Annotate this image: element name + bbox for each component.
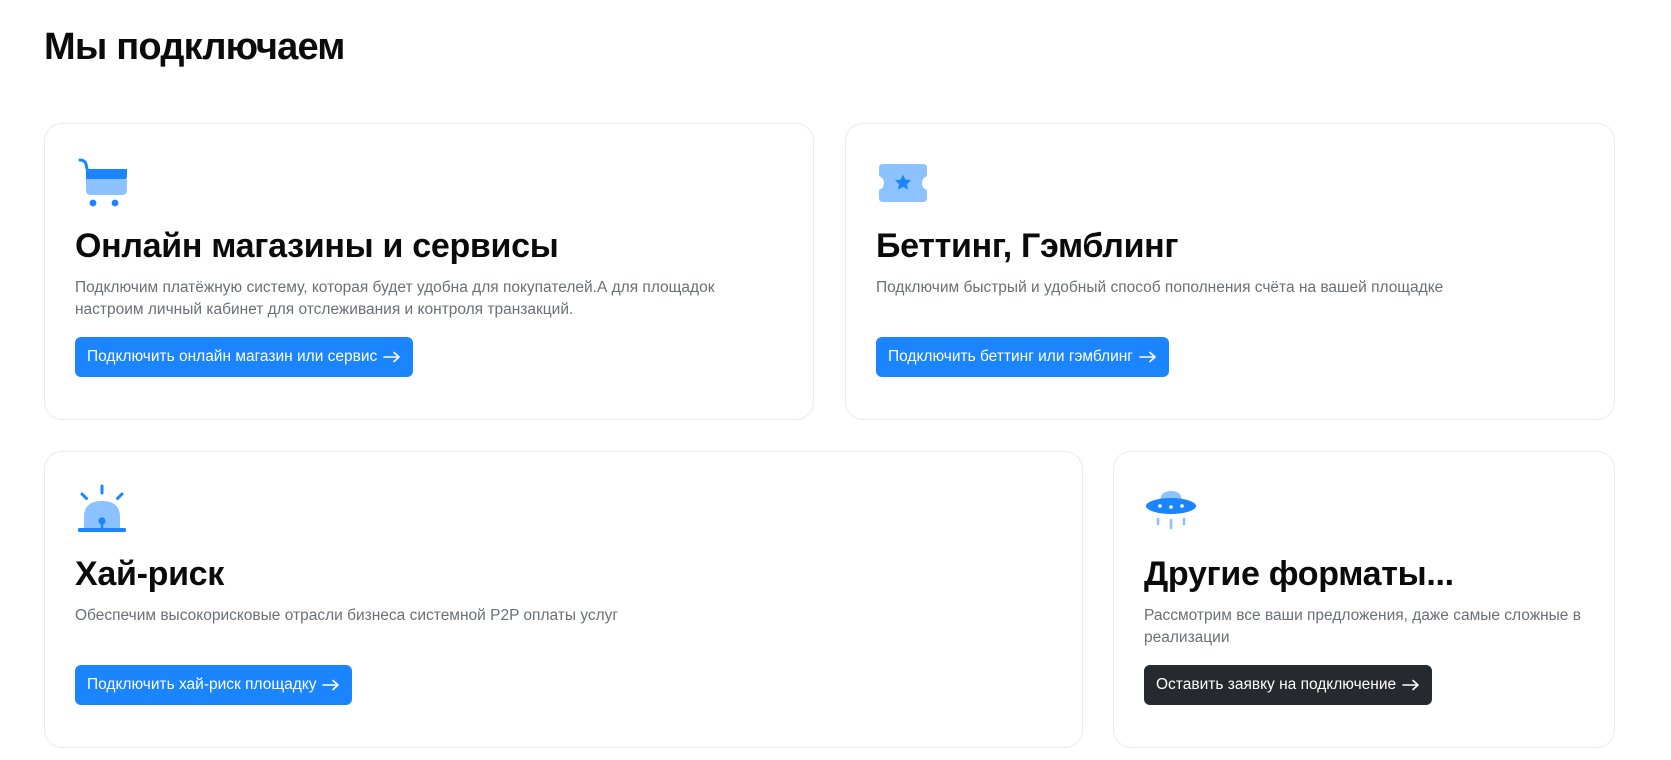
ticket-star-icon (876, 156, 930, 210)
button-label: Подключить онлайн магазин или сервис (87, 348, 378, 365)
button-label: Оставить заявку на подключение (1156, 676, 1397, 693)
button-label: Подключить хай-риск площадку (87, 676, 317, 693)
card-title: Хай-риск (75, 555, 225, 593)
page: Мы подключаем Онлайн магазины и сервисы … (0, 0, 1671, 760)
connect-high-risk-button[interactable]: Подключить хай-риск площадку (75, 665, 353, 705)
arrow-right-icon (322, 679, 340, 691)
card-title: Беттинг, Гэмблинг (876, 227, 1179, 265)
arrow-right-icon (1402, 679, 1420, 691)
siren-icon (75, 484, 129, 538)
page-title: Мы подключаем (44, 26, 345, 68)
card-betting-gambling: Беттинг, Гэмблинг Подключим быстрый и уд… (845, 123, 1615, 420)
card-description: Обеспечим высокорисковые отрасли бизнеса… (75, 607, 619, 624)
arrow-right-icon (383, 351, 401, 363)
card-description: Подключим платёжную систему, которая буд… (75, 279, 715, 318)
card-title: Другие форматы... (1144, 555, 1454, 593)
submit-application-button[interactable]: Оставить заявку на подключение (1144, 665, 1433, 705)
connect-online-store-button[interactable]: Подключить онлайн магазин или сервис (75, 337, 414, 377)
connect-betting-button[interactable]: Подключить беттинг или гэмблинг (876, 337, 1169, 377)
arrow-right-icon (1139, 351, 1157, 363)
card-online-stores: Онлайн магазины и сервисы Подключим плат… (44, 123, 814, 420)
shopping-cart-icon (75, 156, 129, 210)
card-high-risk: Хай-риск Обеспечим высокорисковые отрасл… (44, 451, 1083, 748)
card-description: Рассмотрим все ваши предложения, даже са… (1144, 607, 1581, 646)
card-description: Подключим быстрый и удобный способ попол… (876, 279, 1444, 296)
card-other-formats: Другие форматы... Рассмотрим все ваши пр… (1113, 451, 1615, 748)
button-label: Подключить беттинг или гэмблинг (888, 348, 1133, 365)
ufo-icon (1144, 484, 1198, 538)
card-title: Онлайн магазины и сервисы (75, 227, 559, 265)
